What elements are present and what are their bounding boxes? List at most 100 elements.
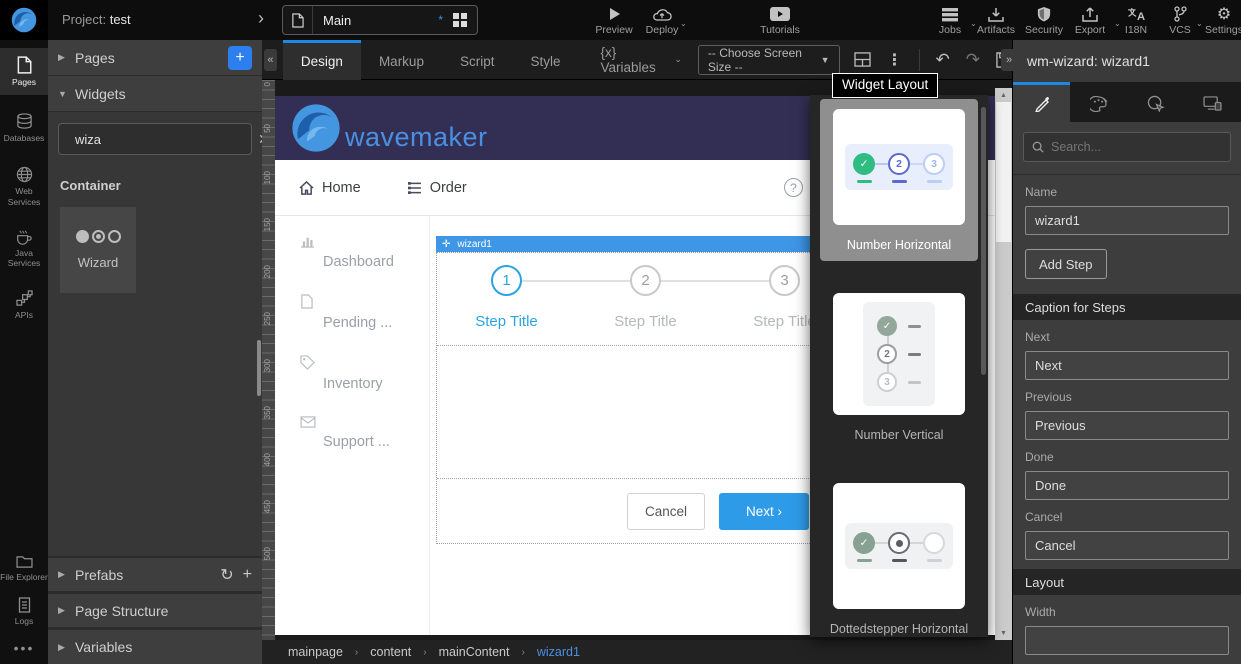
tab-styles[interactable] <box>1070 82 1127 122</box>
rail-item-web-services[interactable]: Web Services <box>0 158 48 214</box>
add-prefab-icon[interactable]: + <box>243 566 252 584</box>
caption-for-steps-section: Caption for Steps <box>1013 294 1241 320</box>
add-step-button[interactable]: Add Step <box>1025 249 1107 279</box>
expand-right-panel-button[interactable]: » <box>1001 49 1017 71</box>
home-icon <box>299 181 314 195</box>
chevron-down-icon: ⌄ <box>680 19 687 28</box>
done-label: Done <box>1025 450 1229 464</box>
tab-devices[interactable] <box>1184 82 1241 122</box>
scroll-down-arrow[interactable]: ▼ <box>995 626 1012 640</box>
widget-layout-button[interactable] <box>854 52 871 67</box>
ruler-tick: 150 <box>263 218 272 231</box>
wizard-step-2[interactable]: 2 Step Title <box>576 265 715 330</box>
pages-icon <box>16 56 32 74</box>
settings-button[interactable]: ⚙ Settings <box>1196 5 1241 36</box>
export-icon <box>1082 5 1098 23</box>
page-tab-label: Main <box>313 13 436 28</box>
panel-scrollbar[interactable] <box>257 340 261 396</box>
ruler-tick: 200 <box>263 265 272 278</box>
variables-section-header[interactable]: ▶ Variables <box>48 628 262 664</box>
more-options-icon[interactable]: ••• <box>0 634 48 662</box>
move-handle-icon[interactable]: ✛ <box>442 239 450 250</box>
name-input[interactable] <box>1025 206 1229 235</box>
variables-dropdown[interactable]: {x} Variables⌄ <box>600 45 681 75</box>
rail-item-java-services[interactable]: Java Services <box>0 221 48 276</box>
wizard-cancel-button[interactable]: Cancel <box>627 493 705 530</box>
side-nav-dashboard[interactable]: Dashboard <box>300 234 429 270</box>
side-nav-pending[interactable]: Pending ... <box>300 294 429 331</box>
pages-section-header[interactable]: ▶ Pages + <box>48 40 262 76</box>
refresh-icon[interactable]: ↻ <box>220 565 233 585</box>
tab-script[interactable]: Script <box>442 40 513 80</box>
side-nav-support[interactable]: Support ... <box>300 416 429 450</box>
kebab-menu-icon[interactable]: ⋮ <box>887 50 903 70</box>
rail-item-file-explorer[interactable]: File Explorer <box>0 547 48 590</box>
layout-option-number-vertical[interactable]: ✓ 2 3 Number Vertical <box>820 283 978 451</box>
wavemaker-logo[interactable] <box>0 0 48 40</box>
done-caption-input[interactable] <box>1025 471 1229 500</box>
widget-category-label: Container <box>48 166 262 199</box>
widget-layout-dropdown: ✓ 2 3 Number Horizontal ✓ 2 3 Number Ver… <box>810 95 988 637</box>
add-page-button[interactable]: + <box>228 46 252 70</box>
help-icon[interactable]: ? <box>784 178 803 197</box>
cancel-caption-input[interactable] <box>1025 531 1229 560</box>
ruler-tick: 350 <box>263 406 272 419</box>
wizard-next-button[interactable]: Next › <box>719 493 809 530</box>
tab-style[interactable]: Style <box>512 40 578 80</box>
widgets-section-header[interactable]: ▼ Widgets <box>48 76 262 112</box>
tab-design[interactable]: Design <box>283 40 361 80</box>
wizard-selection-bar[interactable]: ✛ wizard1 <box>436 236 856 252</box>
rail-item-pages[interactable]: Pages <box>0 48 48 95</box>
wizard-step-1[interactable]: 1 Step Title <box>437 265 576 330</box>
scrollbar-thumb[interactable] <box>996 102 1011 242</box>
page-doc-icon <box>283 6 313 34</box>
page-grid-icon[interactable] <box>443 13 477 27</box>
rail-item-logs[interactable]: Logs <box>0 589 48 634</box>
language-icon: A <box>1127 5 1146 23</box>
previous-caption-input[interactable] <box>1025 411 1229 440</box>
breadcrumb-maincontent[interactable]: mainContent <box>439 645 510 659</box>
tutorials-button[interactable]: Tutorials <box>752 5 808 36</box>
tab-properties[interactable] <box>1013 82 1070 122</box>
nav-item-home[interactable]: Home <box>299 180 361 196</box>
chevron-right-icon[interactable]: › <box>258 8 264 29</box>
collapse-arrow-icon: ▶ <box>58 605 66 616</box>
page-structure-section-header[interactable]: ▶ Page Structure <box>48 592 262 628</box>
page-tab-main[interactable]: Main * <box>282 5 478 35</box>
widget-search-input[interactable] <box>75 132 251 147</box>
tab-events[interactable] <box>1127 82 1184 122</box>
breadcrumb-separator: › <box>423 647 426 658</box>
wizard-widget-card[interactable]: Wizard <box>60 207 136 293</box>
breadcrumb-mainpage[interactable]: mainpage <box>288 645 343 659</box>
wizard-step-content[interactable] <box>437 345 855 479</box>
breadcrumb-content[interactable]: content <box>370 645 411 659</box>
deploy-button[interactable]: Deploy⌄ <box>634 5 690 36</box>
next-caption-input[interactable] <box>1025 351 1229 380</box>
rail-item-apis[interactable]: APIs <box>0 282 48 328</box>
prefabs-section-header[interactable]: ▶ Prefabs ↻ + <box>48 556 262 592</box>
canvas-vertical-scrollbar[interactable]: ▲ ▼ <box>995 88 1012 640</box>
ruler-tick: 400 <box>263 453 272 466</box>
undo-button[interactable]: ↶ <box>936 50 950 70</box>
layout-option-number-horizontal[interactable]: ✓ 2 3 Number Horizontal <box>820 99 978 261</box>
side-nav-inventory[interactable]: Inventory <box>300 355 429 392</box>
dropdown-scrollbar[interactable] <box>981 107 986 375</box>
breadcrumb-wizard1[interactable]: wizard1 <box>537 645 580 659</box>
properties-search-input[interactable] <box>1051 140 1222 154</box>
devices-icon <box>1203 96 1222 111</box>
collapse-left-panel-button[interactable]: « <box>264 49 277 71</box>
bar-chart-icon <box>300 234 315 248</box>
search-icon <box>1032 141 1044 153</box>
wizard-widget-icon <box>76 230 121 243</box>
wizard-widget[interactable]: ✛ wizard1 1 Step Title <box>436 236 856 635</box>
branch-icon <box>1173 5 1188 23</box>
scroll-up-arrow[interactable]: ▲ <box>995 88 1012 102</box>
width-input[interactable] <box>1025 626 1229 655</box>
redo-button[interactable]: ↷ <box>966 50 980 70</box>
layout-option-dottedstepper-horizontal[interactable]: ✓ Dottedstepper Horizontal <box>820 473 978 637</box>
rail-item-databases[interactable]: Databases <box>0 105 48 151</box>
nav-item-order[interactable]: Order <box>407 180 467 196</box>
tab-markup[interactable]: Markup <box>361 40 442 80</box>
gear-icon: ⚙ <box>1217 5 1231 23</box>
screen-size-select[interactable]: -- Choose Screen Size --▼ <box>698 45 840 75</box>
